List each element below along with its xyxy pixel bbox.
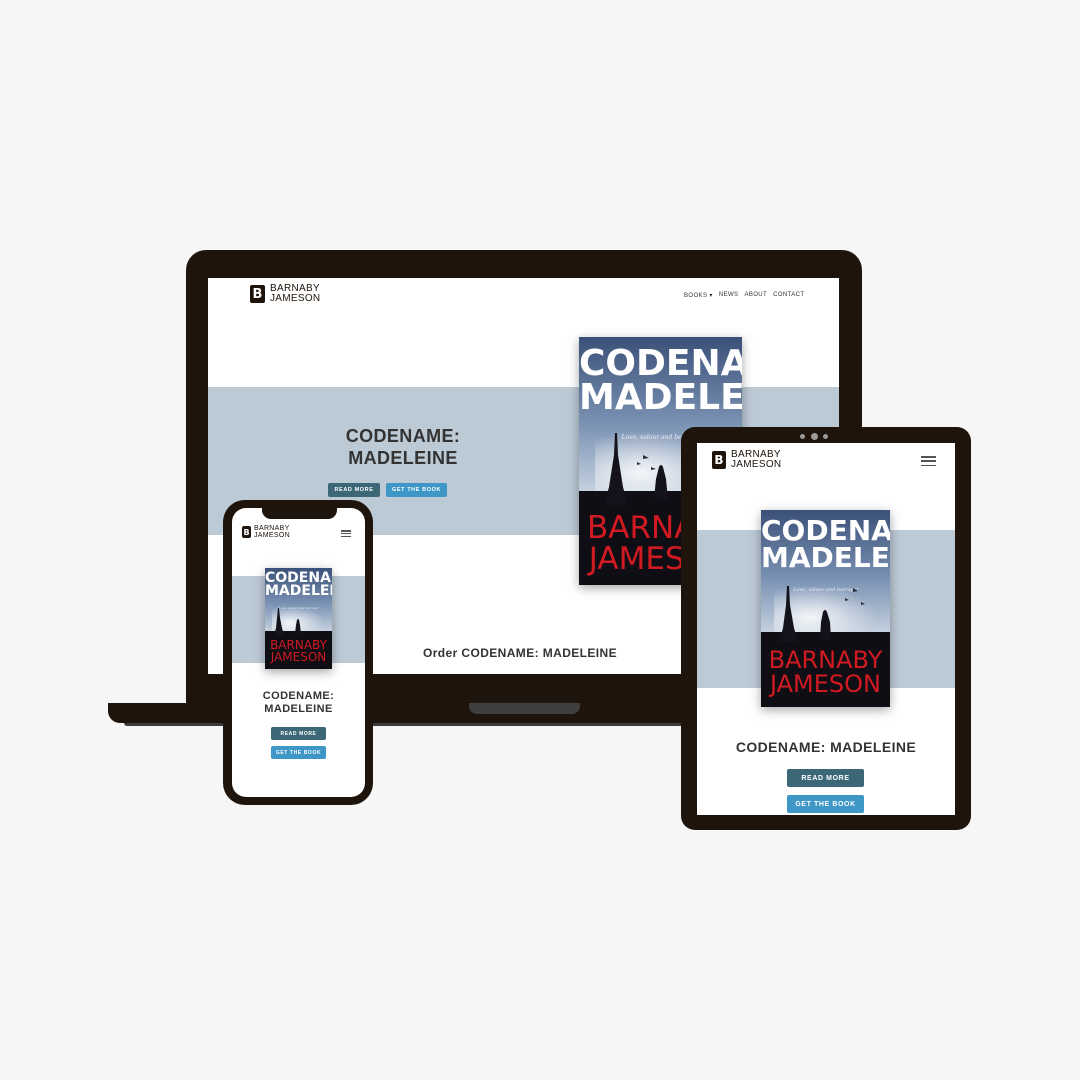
laptop-trackpad-notch <box>469 703 580 714</box>
tablet-camera-dot <box>800 434 805 439</box>
brand-logo-icon: B <box>250 285 265 303</box>
brand-logo-icon: B <box>242 526 251 538</box>
phone-screen: B BARNABY JAMESON CODENAME: MADELEINE Lo… <box>232 508 365 797</box>
laptop-get-book-button[interactable]: GET THE BOOK <box>386 483 447 497</box>
hamburger-menu-icon[interactable] <box>341 530 351 537</box>
tablet-get-book-button[interactable]: GET THE BOOK <box>787 795 864 813</box>
phone-logo[interactable]: B BARNABY JAMESON <box>242 525 290 539</box>
phone-book-cover[interactable]: CODENAME: MADELEINE Love, valour and bet… <box>265 568 332 669</box>
laptop-read-more-button[interactable]: READ MORE <box>328 483 380 497</box>
nav-about[interactable]: ABOUT <box>744 292 767 299</box>
laptop-nav: BOOKS ▾ NEWS ABOUT CONTACT <box>684 292 804 299</box>
tablet-read-more-button[interactable]: READ MORE <box>787 769 864 787</box>
brand-logo-icon: B <box>712 451 726 469</box>
order-heading: Order CODENAME: MADELEINE <box>422 646 617 660</box>
brand-last: JAMESON <box>270 293 321 304</box>
tablet-book-cover[interactable]: CODENAME: MADELEINE Love, valour and bet… <box>761 510 890 707</box>
nav-news[interactable]: NEWS <box>719 292 739 299</box>
tablet-screen: B BARNABY JAMESON CODENAME: MADELEINE Lo… <box>697 443 955 815</box>
hamburger-menu-icon[interactable] <box>921 456 936 466</box>
phone-get-book-button[interactable]: GET THE BOOK <box>271 746 326 759</box>
phone-notch <box>262 505 337 519</box>
nav-books[interactable]: BOOKS ▾ <box>684 292 713 299</box>
nav-contact[interactable]: CONTACT <box>773 292 804 299</box>
tablet-hero-title: CODENAME: MADELEINE <box>735 739 917 755</box>
tablet-sensor-dot <box>823 434 828 439</box>
tablet-logo[interactable]: B BARNABY JAMESON <box>712 450 781 470</box>
tablet-camera <box>811 433 818 440</box>
laptop-hero-title: CODENAME: MADELEINE <box>345 426 461 468</box>
phone-read-more-button[interactable]: READ MORE <box>271 727 326 740</box>
laptop-logo[interactable]: B BARNABY JAMESON <box>250 284 320 304</box>
phone-hero-title: CODENAME: MADELEINE <box>262 690 335 716</box>
